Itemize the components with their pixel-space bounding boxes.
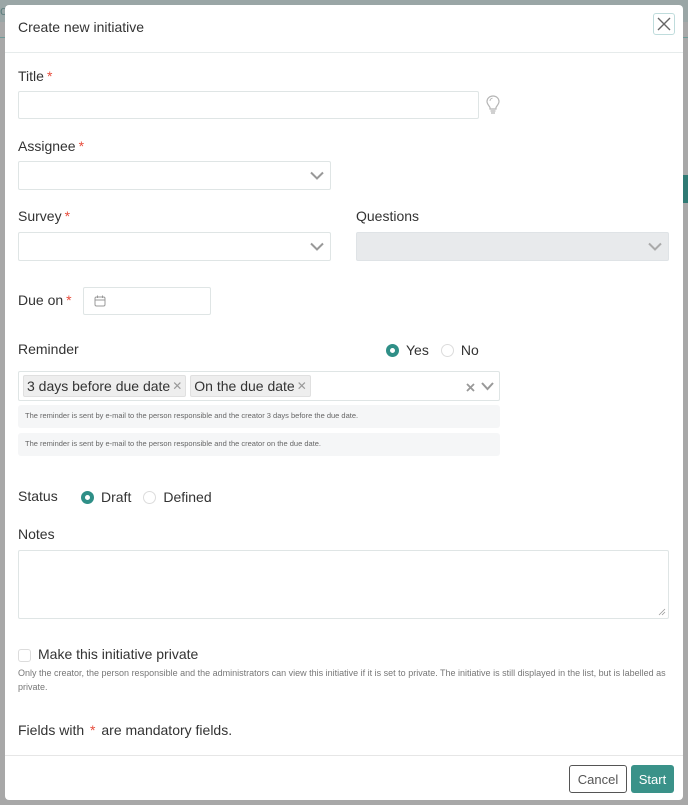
status-defined-label: Defined [163, 489, 212, 505]
remove-tag-icon[interactable]: ✕ [172, 379, 182, 393]
mandatory-note-prefix: Fields with [18, 722, 85, 738]
due-on-label: Due on * [18, 292, 72, 308]
status-label: Status [18, 488, 58, 504]
title-label-text: Title [18, 68, 44, 84]
status-radio-group: Draft Defined [81, 489, 224, 505]
reminder-no-radio[interactable] [440, 343, 454, 357]
lightbulb-icon[interactable] [486, 95, 500, 115]
reminder-tag: On the due date ✕ [190, 375, 311, 397]
due-on-date-input[interactable] [83, 287, 211, 315]
chevron-down-icon[interactable] [481, 382, 494, 391]
reminder-multiselect[interactable]: 3 days before due date ✕ On the due date ✕ [18, 371, 500, 401]
required-mark: * [46, 68, 53, 84]
close-button[interactable] [653, 13, 675, 35]
reminder-no-label: No [460, 342, 479, 358]
resize-handle-icon[interactable] [658, 608, 666, 616]
reminder-tag-label: On the due date [194, 378, 295, 394]
clear-all-icon[interactable] [466, 383, 475, 392]
modal-footer: Cancel Start [5, 755, 683, 800]
reminder-radio-group: Yes No [386, 342, 491, 358]
mandatory-note-suffix: are mandatory fields. [101, 722, 233, 738]
required-mark: * [66, 292, 72, 308]
reminder-no-option[interactable]: No [440, 342, 479, 358]
private-label[interactable]: Make this initiative private [38, 646, 198, 662]
chevron-down-icon [310, 242, 324, 251]
notes-label: Notes [18, 526, 55, 542]
status-defined-radio[interactable] [143, 490, 157, 504]
mandatory-fields-note: Fields with * are mandatory fields. [18, 722, 232, 738]
status-draft-radio[interactable] [81, 490, 94, 504]
assignee-label-text: Assignee [18, 138, 76, 154]
reminder-yes-label: Yes [406, 342, 429, 358]
reminder-tag: 3 days before due date ✕ [23, 375, 187, 397]
survey-label-text: Survey [18, 208, 62, 224]
chevron-down-icon [648, 242, 662, 251]
status-defined-option[interactable]: Defined [143, 489, 212, 505]
title-input[interactable] [18, 91, 479, 119]
reminder-tag-label: 3 days before due date [27, 378, 171, 394]
private-description: Only the creator, the person responsible… [18, 668, 666, 692]
private-checkbox[interactable] [18, 649, 31, 662]
title-label: Title * [18, 68, 52, 84]
modal-title: Create new initiative [18, 19, 145, 35]
close-icon [657, 17, 671, 31]
reminder-yes-option[interactable]: Yes [386, 342, 429, 358]
status-draft-label: Draft [101, 489, 132, 505]
reminder-label: Reminder [18, 341, 79, 357]
notes-textarea[interactable] [18, 550, 669, 619]
questions-label: Questions [356, 208, 420, 224]
reminder-hint: The reminder is sent by e-mail to the pe… [18, 433, 500, 456]
required-mark: * [90, 722, 96, 738]
reminder-yes-radio[interactable] [386, 343, 399, 357]
create-initiative-modal: Create new initiative Title * Assignee * S… [5, 5, 683, 800]
questions-select [356, 232, 669, 261]
assignee-select[interactable] [18, 161, 331, 190]
due-on-label-text: Due on [18, 292, 64, 308]
status-draft-option[interactable]: Draft [81, 489, 131, 505]
survey-label: Survey * [18, 208, 70, 224]
required-mark: * [78, 138, 85, 154]
chevron-down-icon [310, 171, 324, 180]
required-mark: * [64, 208, 71, 224]
cancel-button[interactable]: Cancel [569, 765, 627, 793]
remove-tag-icon[interactable]: ✕ [297, 379, 307, 393]
assignee-label: Assignee * [18, 138, 84, 154]
reminder-hint: The reminder is sent by e-mail to the pe… [18, 405, 500, 428]
modal-header: Create new initiative [5, 5, 683, 53]
survey-select[interactable] [18, 232, 331, 261]
start-button[interactable]: Start [631, 765, 674, 793]
calendar-icon [94, 295, 106, 307]
